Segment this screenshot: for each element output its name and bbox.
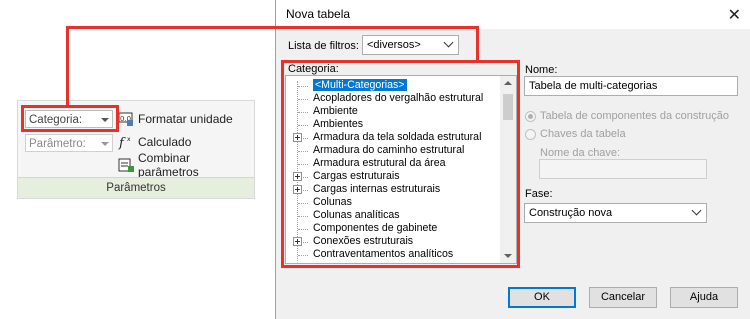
format-unit-label: Formatar unidade xyxy=(138,112,233,126)
phase-select-value: Construção nova xyxy=(529,207,613,219)
svg-text:x: x xyxy=(127,136,131,143)
close-icon[interactable]: ✕ xyxy=(728,5,741,25)
key-name-label: Nome da chave: xyxy=(540,147,621,159)
dialog-titlebar: Nova tabela ✕ xyxy=(276,0,750,29)
parameter-combo-label: Parâmetro: xyxy=(29,138,86,150)
radio-components-label: Tabela de componentes da construção xyxy=(540,110,729,122)
parameter-combo[interactable]: Parâmetro: xyxy=(25,134,113,152)
radio-keys-label: Chaves da tabela xyxy=(540,128,626,140)
chevron-down-icon xyxy=(691,205,702,216)
dialog-title: Nova tabela xyxy=(286,7,351,21)
name-label: Nome: xyxy=(525,64,558,76)
combine-parameters-label: Combinar parâmetros xyxy=(138,151,199,179)
highlight-category-list xyxy=(281,60,520,268)
help-button[interactable]: Ajuda xyxy=(670,287,738,308)
combine-parameters-button[interactable]: Combinar parâmetros xyxy=(118,151,254,179)
radio-keys[interactable] xyxy=(525,129,536,140)
calculated-label: Calculado xyxy=(138,135,192,149)
cancel-button[interactable]: Cancelar xyxy=(589,287,657,308)
highlight-category-combo xyxy=(21,105,119,132)
phase-label: Fase: xyxy=(525,188,553,200)
combine-parameters-icon xyxy=(118,157,134,173)
function-icon: fx xyxy=(118,134,134,151)
highlight-connector-vertical xyxy=(66,26,69,106)
ok-button[interactable]: OK xyxy=(508,287,576,308)
format-unit-button[interactable]: 0.0 Formatar unidade xyxy=(118,109,233,129)
radio-components[interactable] xyxy=(525,111,536,122)
key-name-field[interactable] xyxy=(539,159,707,179)
chevron-down-icon xyxy=(101,142,109,146)
svg-text:f: f xyxy=(118,136,126,150)
format-unit-icon: 0.0 xyxy=(118,111,134,127)
ribbon-panel-title: Parâmetros xyxy=(18,177,254,198)
highlight-connector xyxy=(66,26,479,62)
name-field-value: Tabela de multi-categorias xyxy=(529,80,658,92)
phase-select[interactable]: Construção nova xyxy=(524,203,707,223)
calculated-button[interactable]: fx Calculado xyxy=(118,132,191,152)
name-field[interactable]: Tabela de multi-categorias xyxy=(524,76,738,96)
